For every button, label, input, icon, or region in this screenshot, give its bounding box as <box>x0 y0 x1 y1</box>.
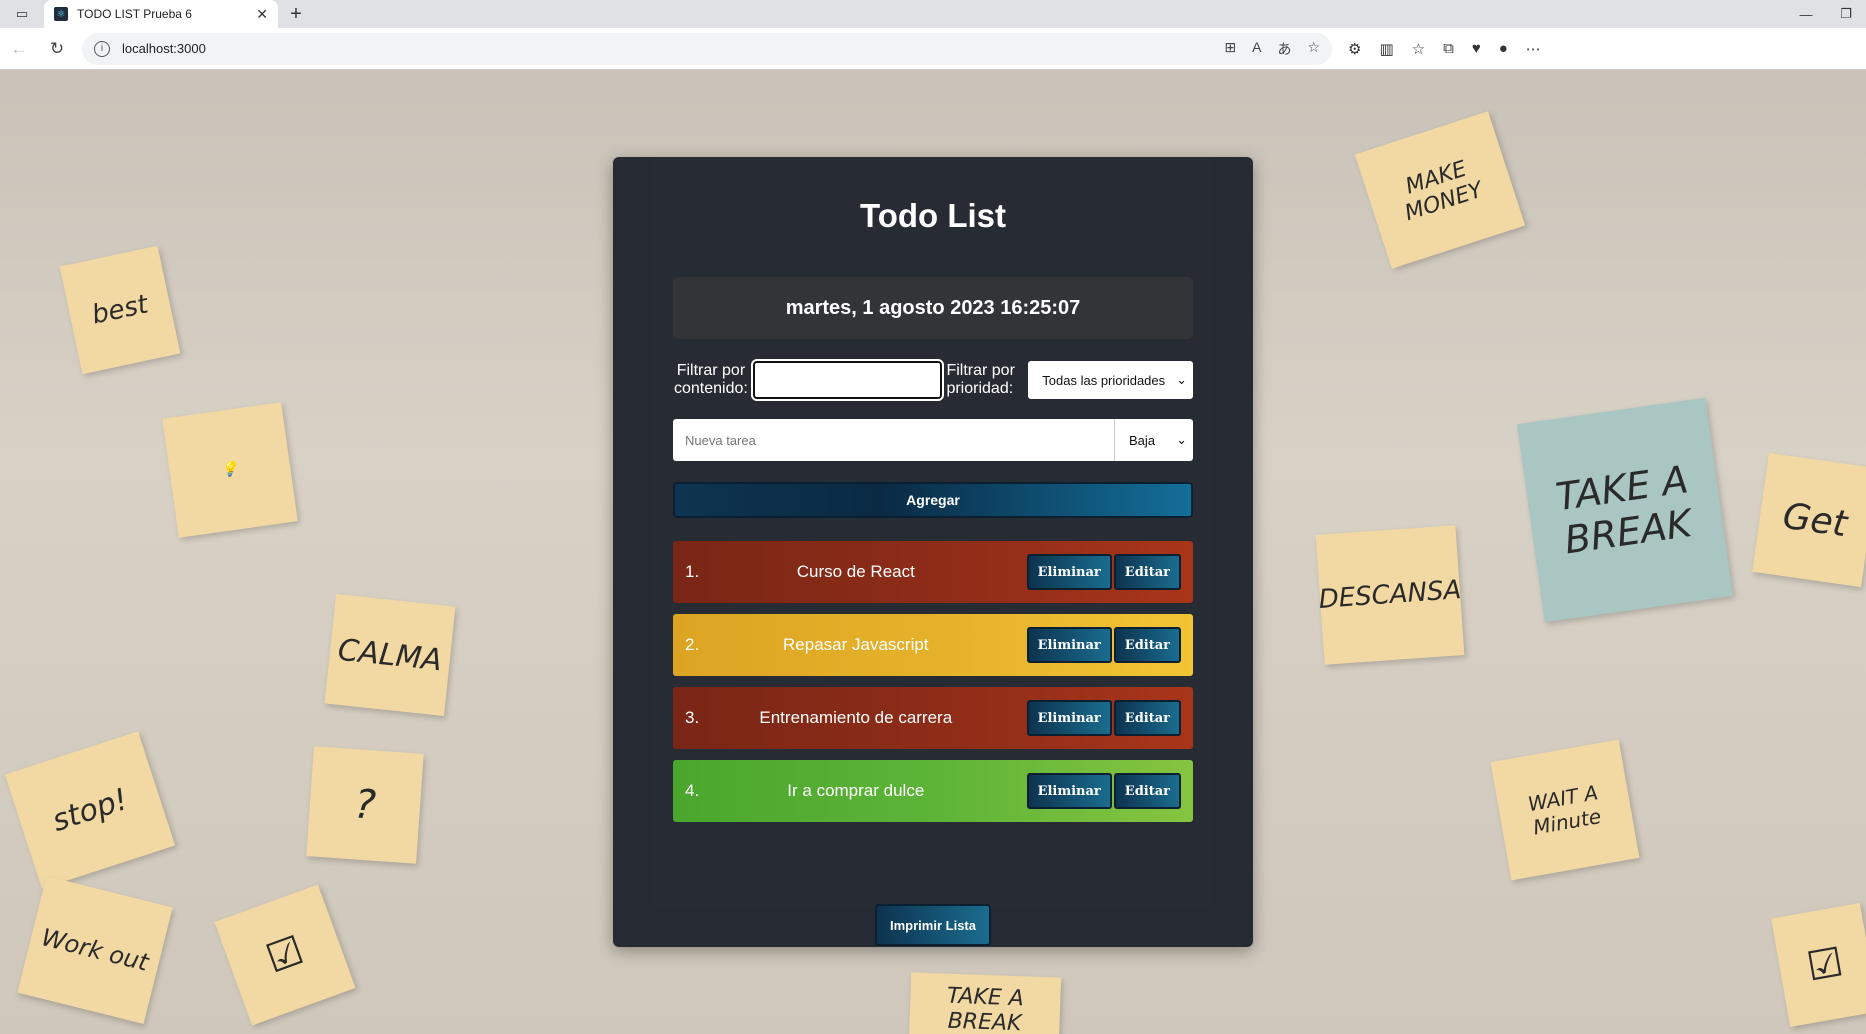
close-tab-icon[interactable]: ✕ <box>250 6 268 23</box>
edit-button[interactable]: Editar <box>1113 554 1181 590</box>
print-list-button[interactable]: Imprimir Lista <box>875 904 991 946</box>
tab-title: TODO LIST Prueba 6 <box>77 7 192 21</box>
profile-icon[interactable]: ● <box>1499 40 1508 58</box>
new-task-row: Nueva tarea Baja ⌄ <box>673 419 1193 461</box>
task-number: 4. <box>685 781 700 800</box>
sticky-note: best <box>59 245 181 375</box>
sticky-note: Get <box>1752 452 1866 588</box>
list-item: 2. Repasar Javascript Eliminar Editar <box>673 614 1193 676</box>
performance-icon[interactable]: ♥ <box>1472 40 1481 58</box>
delete-button[interactable]: Eliminar <box>1026 627 1112 663</box>
new-task-priority-select[interactable]: Baja ⌄ <box>1115 419 1193 461</box>
sticky-note: WAIT A Minute <box>1490 739 1640 881</box>
site-info-icon[interactable]: i <box>94 40 110 57</box>
delete-button[interactable]: Eliminar <box>1026 773 1112 809</box>
split-screen-icon[interactable]: ▥ <box>1379 40 1393 58</box>
filter-row: Filtrar por contenido: Filtrar por prior… <box>673 359 1193 401</box>
delete-button[interactable]: Eliminar <box>1026 554 1112 590</box>
browser-toolbar: ⚙ ▥ ☆ ⧉ ♥ ● ⋯ <box>1348 40 1541 58</box>
extensions-icon[interactable]: ⚙ <box>1348 40 1361 58</box>
task-number: 3. <box>685 708 700 727</box>
favorites-icon[interactable]: ☆ <box>1412 40 1425 58</box>
reload-icon[interactable]: ↻ <box>38 33 76 65</box>
more-menu-icon[interactable]: ⋯ <box>1526 40 1541 58</box>
restore-icon[interactable]: ❐ <box>1826 0 1866 28</box>
add-task-button[interactable]: Agregar <box>673 482 1193 518</box>
filter-priority-label: Filtrar por prioridad: <box>946 362 1015 397</box>
edit-button[interactable]: Editar <box>1113 773 1181 809</box>
sticky-note: DESCANSA <box>1315 525 1465 665</box>
new-task-input[interactable]: Nueva tarea <box>673 419 1115 461</box>
app-available-icon[interactable]: ⊞ <box>1224 39 1236 59</box>
chevron-down-icon: ⌄ <box>1176 372 1187 387</box>
task-number: 1. <box>685 562 700 581</box>
react-favicon-icon: ⚛ <box>54 7 68 21</box>
task-text: Ir a comprar dulce <box>787 781 925 800</box>
collections-icon[interactable]: ⧉ <box>1443 40 1454 58</box>
todo-app-card: Todo List martes, 1 agosto 2023 16:25:07… <box>613 157 1253 947</box>
sticky-note: stop! <box>4 731 176 889</box>
list-item: 1. Curso de React Eliminar Editar <box>673 541 1193 603</box>
sticky-note: Work out <box>17 876 173 1024</box>
edit-button[interactable]: Editar <box>1113 700 1181 736</box>
browser-tab[interactable]: ⚛ TODO LIST Prueba 6 ✕ <box>44 0 278 28</box>
task-list: 1. Curso de React Eliminar Editar 2. Rep… <box>673 541 1193 833</box>
filter-priority-select[interactable]: Todas las prioridades ⌄ <box>1028 361 1193 399</box>
sticky-note: ? <box>306 746 424 864</box>
edit-button[interactable]: Editar <box>1113 627 1181 663</box>
omnibox-icons: ⊞ A あ ☆ <box>1224 39 1320 59</box>
filter-content-input[interactable] <box>750 359 945 401</box>
datetime-display: martes, 1 agosto 2023 16:25:07 <box>673 277 1193 339</box>
url-text: localhost:3000 <box>122 41 206 56</box>
chevron-down-icon: ⌄ <box>1176 432 1187 447</box>
page-title: Todo List <box>859 197 1007 234</box>
list-item: 3. Entrenamiento de carrera Eliminar Edi… <box>673 687 1193 749</box>
checkbox-note-icon: ☑ <box>1771 903 1866 1027</box>
checkbox-note-icon: ☑ <box>214 884 356 1026</box>
back-icon[interactable]: ← <box>0 33 38 65</box>
new-tab-button[interactable]: + <box>278 0 314 28</box>
task-text: Repasar Javascript <box>783 635 929 654</box>
tab-actions-icon[interactable]: ▭ <box>0 0 44 28</box>
sticky-note: TAKE A BREAK <box>908 972 1062 1034</box>
page-viewport: best CALMA stop! ? Work out 💡 ☑ MAKE MON… <box>0 70 1866 1034</box>
new-task-priority-value: Baja <box>1129 432 1156 448</box>
filter-content-label: Filtrar por contenido: <box>674 362 748 397</box>
browser-tab-strip: ▭ ⚛ TODO LIST Prueba 6 ✕ + — ❐ <box>0 0 1866 28</box>
list-item: 4. Ir a comprar dulce Eliminar Editar <box>673 760 1193 822</box>
task-text: Entrenamiento de carrera <box>759 708 953 727</box>
minimize-icon[interactable]: — <box>1786 0 1826 28</box>
favorite-star-icon[interactable]: ☆ <box>1307 39 1320 59</box>
sticky-note: TAKE A BREAK <box>1517 397 1733 623</box>
task-text: Curso de React <box>796 562 915 581</box>
sticky-note: CALMA <box>324 594 456 716</box>
url-field[interactable]: i localhost:3000 ⊞ A あ ☆ <box>82 32 1332 65</box>
read-aloud-icon[interactable]: A <box>1252 39 1261 59</box>
window-controls: — ❐ <box>1786 0 1866 28</box>
sticky-note: MAKE MONEY <box>1354 111 1526 269</box>
delete-button[interactable]: Eliminar <box>1026 700 1112 736</box>
translate-icon[interactable]: あ <box>1277 39 1291 59</box>
filter-priority-value: Todas las prioridades <box>1042 372 1166 388</box>
lightbulb-note-icon: 💡 <box>162 402 298 538</box>
task-number: 2. <box>685 635 700 654</box>
address-bar: ← ↻ i localhost:3000 ⊞ A あ ☆ ⚙ ▥ ☆ ⧉ ♥ ●… <box>0 28 1866 70</box>
